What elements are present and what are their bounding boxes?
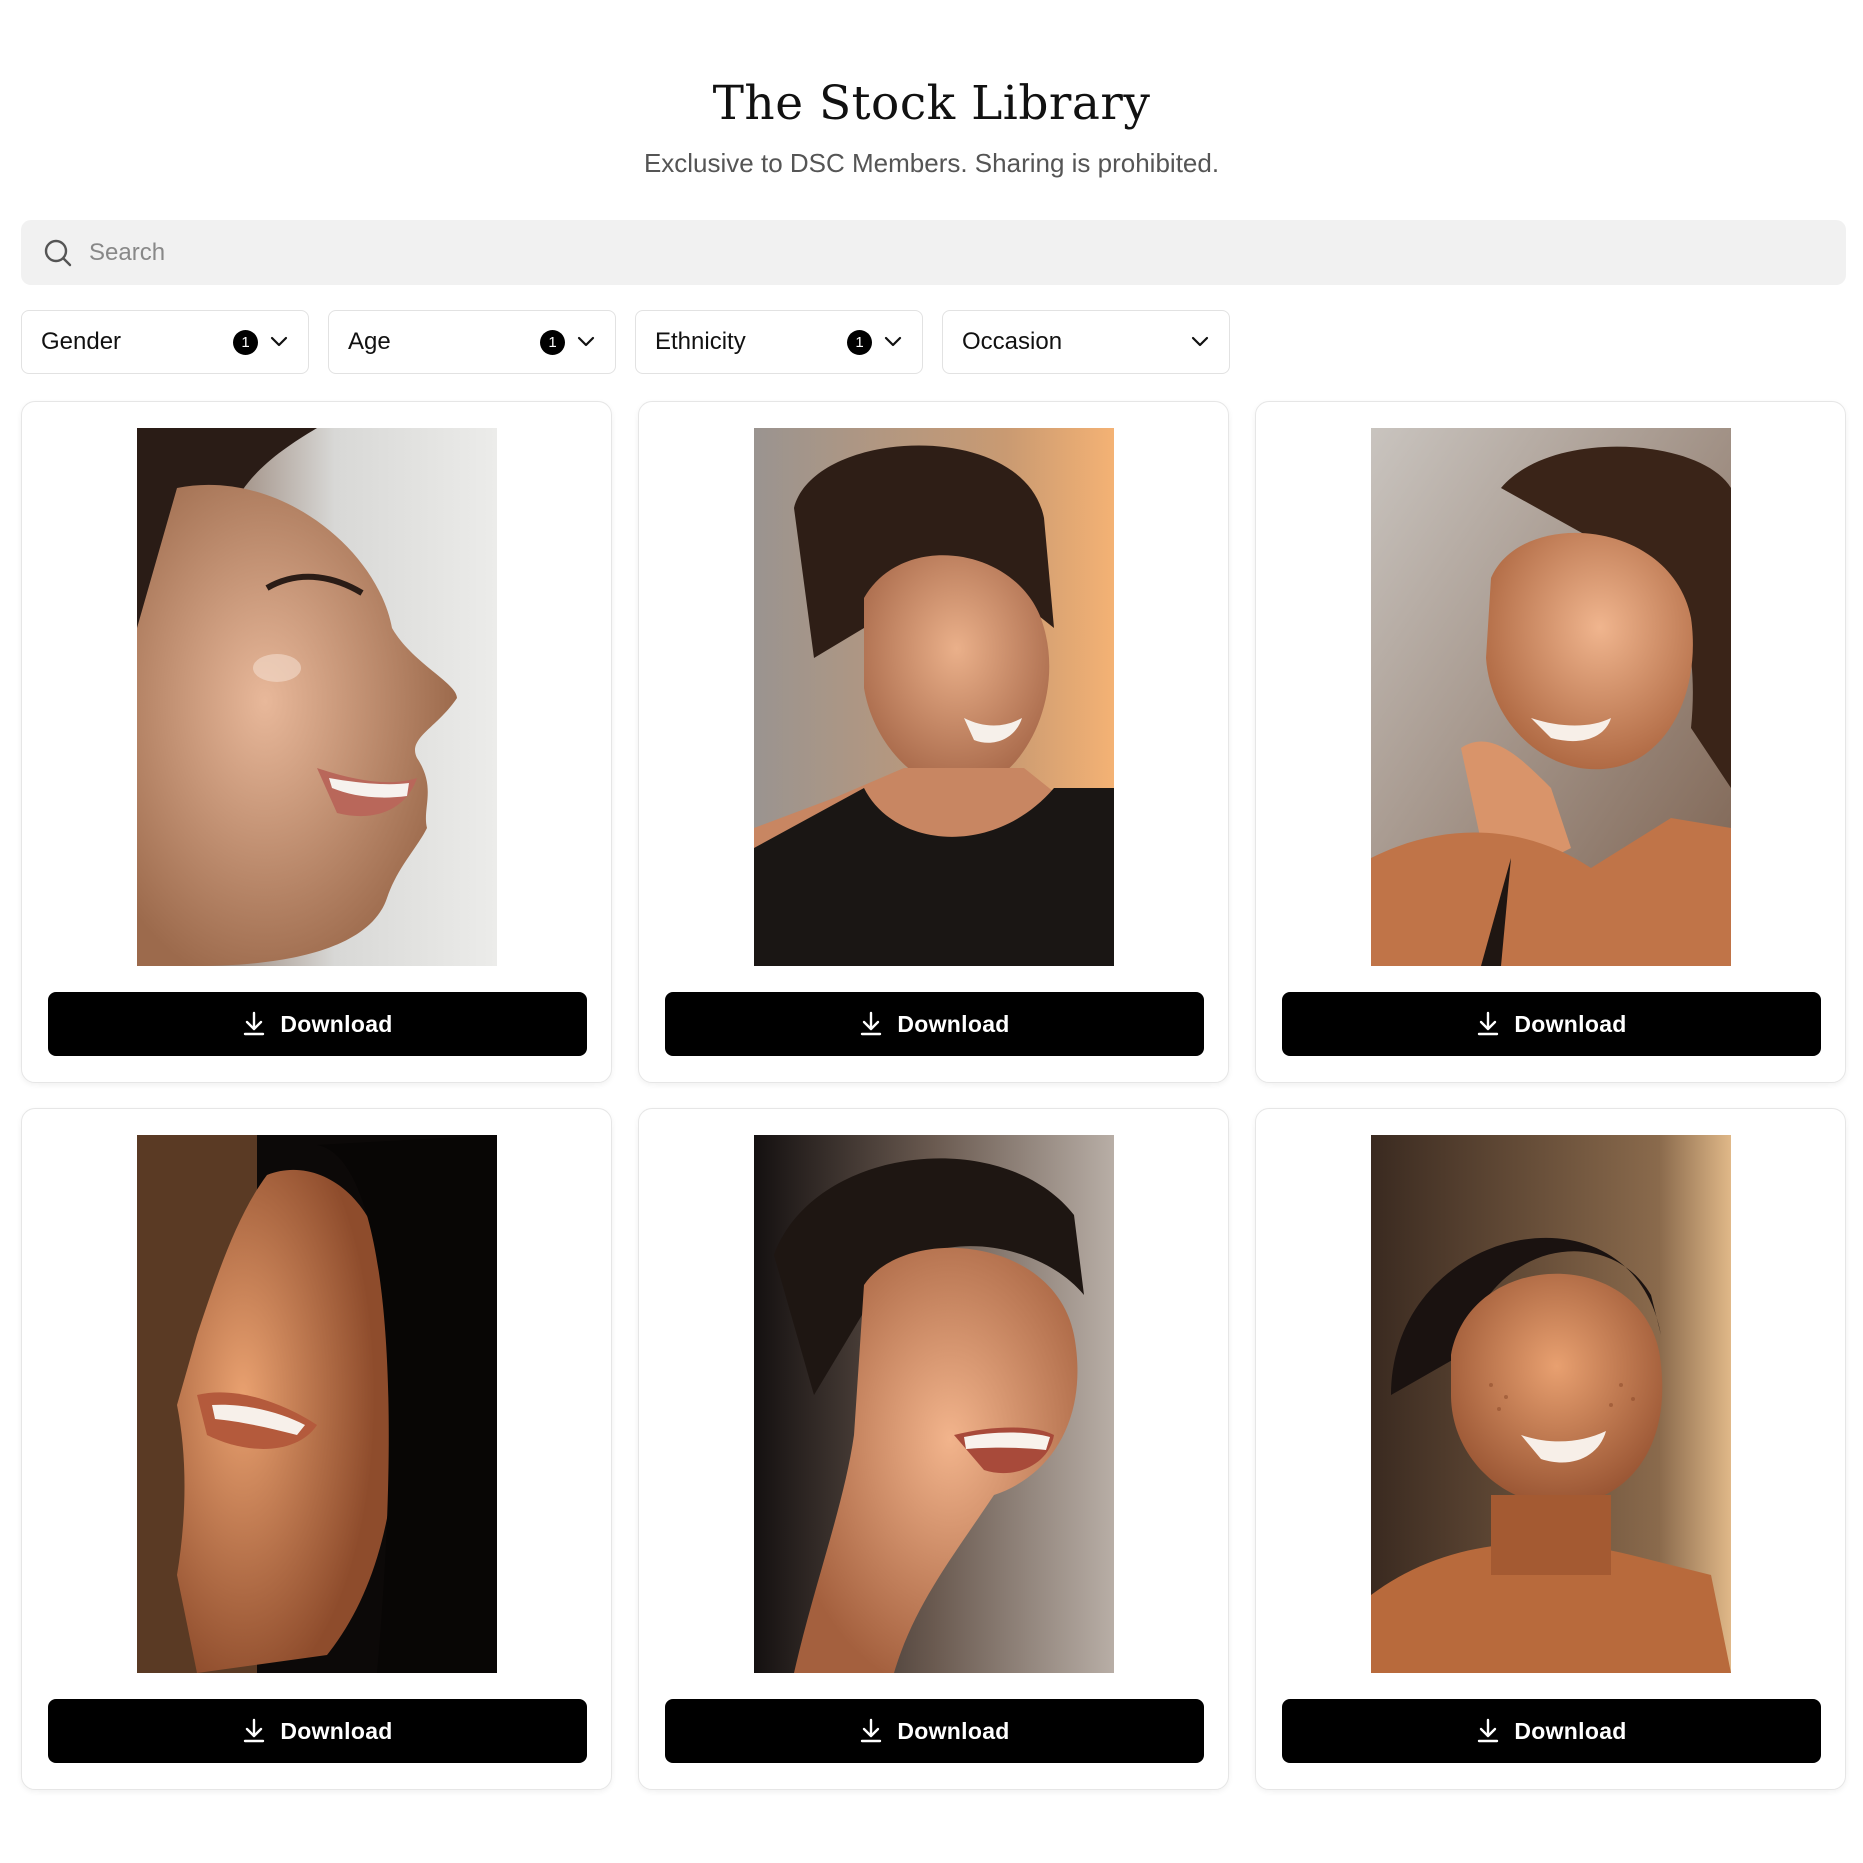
portrait-photo[interactable] — [137, 428, 497, 966]
search-input[interactable] — [89, 238, 1789, 267]
filter-count-badge: 1 — [233, 329, 258, 355]
download-button[interactable]: Download — [665, 1699, 1204, 1763]
gallery-card: Download — [21, 1108, 612, 1790]
download-label: Download — [897, 1010, 1010, 1037]
stock-library-page: The Stock Library Exclusive to DSC Membe… — [0, 0, 1863, 1863]
filter-label: Occasion — [962, 328, 1063, 355]
gallery-card: Download — [1255, 1108, 1846, 1790]
download-icon — [1476, 1718, 1500, 1744]
gallery-card: Download — [1255, 401, 1846, 1083]
page-subtitle: Exclusive to DSC Members. Sharing is pro… — [643, 148, 1220, 178]
filter-gender-dropdown[interactable]: Gender 1 — [21, 310, 309, 374]
download-icon — [1476, 1011, 1500, 1037]
filter-count-badge: 1 — [847, 329, 872, 355]
portrait-photo[interactable] — [137, 1135, 497, 1673]
search-bar[interactable] — [21, 220, 1846, 285]
chevron-down-icon — [268, 331, 290, 353]
gallery-card: Download — [638, 401, 1229, 1083]
download-icon — [859, 1011, 883, 1037]
chevron-down-icon — [1189, 331, 1211, 353]
gallery-card: Download — [638, 1108, 1229, 1790]
filter-label: Ethnicity — [655, 328, 746, 355]
chevron-down-icon — [575, 331, 597, 353]
download-icon — [242, 1011, 266, 1037]
filter-bar: Gender 1 Age 1 Ethnicity 1 Occasion — [21, 310, 1230, 374]
download-label: Download — [280, 1010, 393, 1037]
filter-label: Gender — [41, 328, 122, 355]
download-button[interactable]: Download — [665, 992, 1204, 1056]
filter-occasion-dropdown[interactable]: Occasion — [942, 310, 1230, 374]
portrait-photo[interactable] — [754, 1135, 1114, 1673]
download-label: Download — [1514, 1717, 1627, 1744]
download-button[interactable]: Download — [48, 1699, 587, 1763]
image-gallery: Download Download Download Download Down… — [21, 401, 1846, 1790]
filter-ethnicity-dropdown[interactable]: Ethnicity 1 — [635, 310, 923, 374]
download-button[interactable]: Download — [1282, 1699, 1821, 1763]
page-title: The Stock Library — [712, 76, 1151, 131]
filter-count-badge: 1 — [540, 329, 565, 355]
download-icon — [859, 1718, 883, 1744]
download-button[interactable]: Download — [1282, 992, 1821, 1056]
filter-age-dropdown[interactable]: Age 1 — [328, 310, 616, 374]
search-icon — [41, 236, 75, 270]
download-label: Download — [1514, 1010, 1627, 1037]
filter-label: Age — [348, 328, 391, 355]
download-label: Download — [280, 1717, 393, 1744]
portrait-photo[interactable] — [1371, 1135, 1731, 1673]
chevron-down-icon — [882, 331, 904, 353]
download-button[interactable]: Download — [48, 992, 587, 1056]
portrait-photo[interactable] — [754, 428, 1114, 966]
download-icon — [242, 1718, 266, 1744]
download-label: Download — [897, 1717, 1010, 1744]
portrait-photo[interactable] — [1371, 428, 1731, 966]
gallery-card: Download — [21, 401, 612, 1083]
